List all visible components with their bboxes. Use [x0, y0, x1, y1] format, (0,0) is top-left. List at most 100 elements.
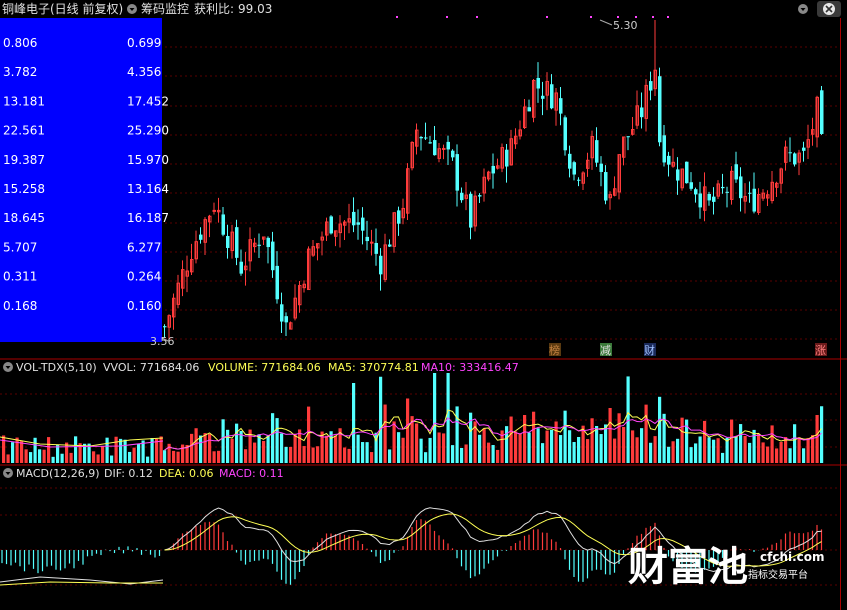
indicator-name[interactable]: 筹码监控 [141, 2, 189, 16]
candle-body [284, 316, 288, 323]
volume-bar [15, 437, 19, 463]
volume-bar [181, 444, 185, 463]
volume-bar [230, 438, 234, 463]
chip-cell: 0.160 [127, 299, 161, 313]
candle-body [275, 265, 279, 300]
volume-bar [199, 435, 203, 463]
candle-body [352, 211, 356, 226]
volume-bar [635, 437, 639, 463]
volume-bar [676, 438, 680, 463]
dif-value: DIF: 0.12 [104, 467, 153, 480]
volume-bar [123, 439, 127, 463]
volume-bar [356, 434, 360, 463]
signal-marker[interactable]: 榜 [549, 343, 560, 357]
volume-bar [20, 441, 24, 463]
volume-bar [132, 447, 136, 463]
signal-marker[interactable]: 财 [644, 343, 655, 357]
volume-bar [712, 439, 716, 463]
high-price-label: 5.30 [613, 19, 638, 32]
signal-dot [446, 16, 448, 18]
volume-bar [311, 447, 315, 463]
volume-bar [298, 429, 302, 463]
chip-cell: 0.264 [127, 270, 161, 284]
candle-body [748, 192, 752, 194]
volume-bar [784, 437, 788, 463]
volume-bar [51, 456, 55, 463]
volume-bar [262, 440, 266, 463]
chip-cell: 17.452 [127, 94, 169, 108]
low-price-annotation: 3.56 [150, 335, 175, 348]
chip-cell: 16.187 [127, 211, 169, 225]
volume-bar [415, 423, 419, 463]
candle-body [374, 242, 378, 254]
volume-bar [253, 442, 257, 463]
candle-body [280, 304, 284, 322]
volume-bar [698, 436, 702, 463]
signal-marker[interactable]: 涨 [815, 344, 826, 357]
candle-body [676, 169, 680, 181]
candle-body [442, 147, 446, 150]
volume-bar [433, 373, 437, 463]
volume-bar [568, 430, 572, 463]
volume-bar [658, 396, 662, 463]
volume-bar [766, 446, 770, 463]
volume-bar [302, 446, 306, 463]
chip-cell: 18.645 [3, 211, 45, 225]
watermark-domain: cfchi.com [760, 550, 825, 564]
candle-body [424, 137, 428, 139]
candle-body [221, 214, 225, 235]
volume-bar [284, 446, 288, 463]
volume-bar [797, 437, 801, 463]
volume-bar [545, 430, 549, 463]
volume-bar [811, 435, 815, 463]
volume-bar [42, 449, 46, 463]
stock-title[interactable]: 铜峰电子(日线 前复权) [2, 1, 123, 16]
volume-bar [748, 442, 752, 463]
candle-body [662, 135, 666, 163]
volume-bar [6, 454, 10, 463]
candle-body [239, 261, 243, 274]
profit-value: 99.03 [238, 2, 272, 16]
candle-body [698, 193, 702, 208]
volume-bar [550, 429, 554, 463]
volume-bar [437, 432, 441, 463]
volume-bar [226, 429, 230, 463]
volume-bar [146, 456, 150, 463]
candle-body [820, 90, 824, 134]
candle-body [428, 142, 432, 144]
candle-body [388, 244, 392, 247]
volume-bar [532, 411, 536, 463]
chip-cell: 5.707 [3, 240, 37, 254]
vol-indicator-name[interactable]: VOL-TDX(5,10) [16, 361, 97, 374]
volume-bar [442, 433, 446, 463]
candle-body [658, 76, 662, 143]
volume-bar [289, 446, 293, 463]
volume-bar [316, 446, 320, 463]
candle-body [640, 107, 644, 118]
volume-bar [24, 449, 28, 463]
volume-bar [352, 383, 356, 463]
candle-body [685, 161, 689, 184]
volume-bar [293, 433, 297, 463]
candle-body [563, 117, 567, 151]
volume-bar [793, 424, 797, 463]
chip-cell: 13.164 [127, 182, 169, 196]
volume-bar [451, 445, 455, 463]
volume-bars [2, 373, 824, 463]
high-price-annotation: 5.30 [599, 19, 638, 32]
volume-bar [365, 442, 369, 463]
volume-bar [334, 435, 338, 463]
chip-cell: 0.168 [3, 299, 37, 313]
signal-marker[interactable]: 减 [600, 344, 611, 357]
macd-indicator-name[interactable]: MACD(12,26,9) [16, 467, 100, 480]
candle-body [788, 152, 792, 154]
volume-bar [730, 419, 734, 463]
volume-bar [257, 434, 261, 463]
candle-body [491, 165, 495, 174]
volume-bar [617, 413, 621, 463]
volume-bar [707, 437, 711, 463]
candle-body [550, 84, 554, 109]
candle-body [707, 193, 711, 201]
volume-bar [419, 438, 423, 463]
volume-bar [460, 447, 464, 463]
